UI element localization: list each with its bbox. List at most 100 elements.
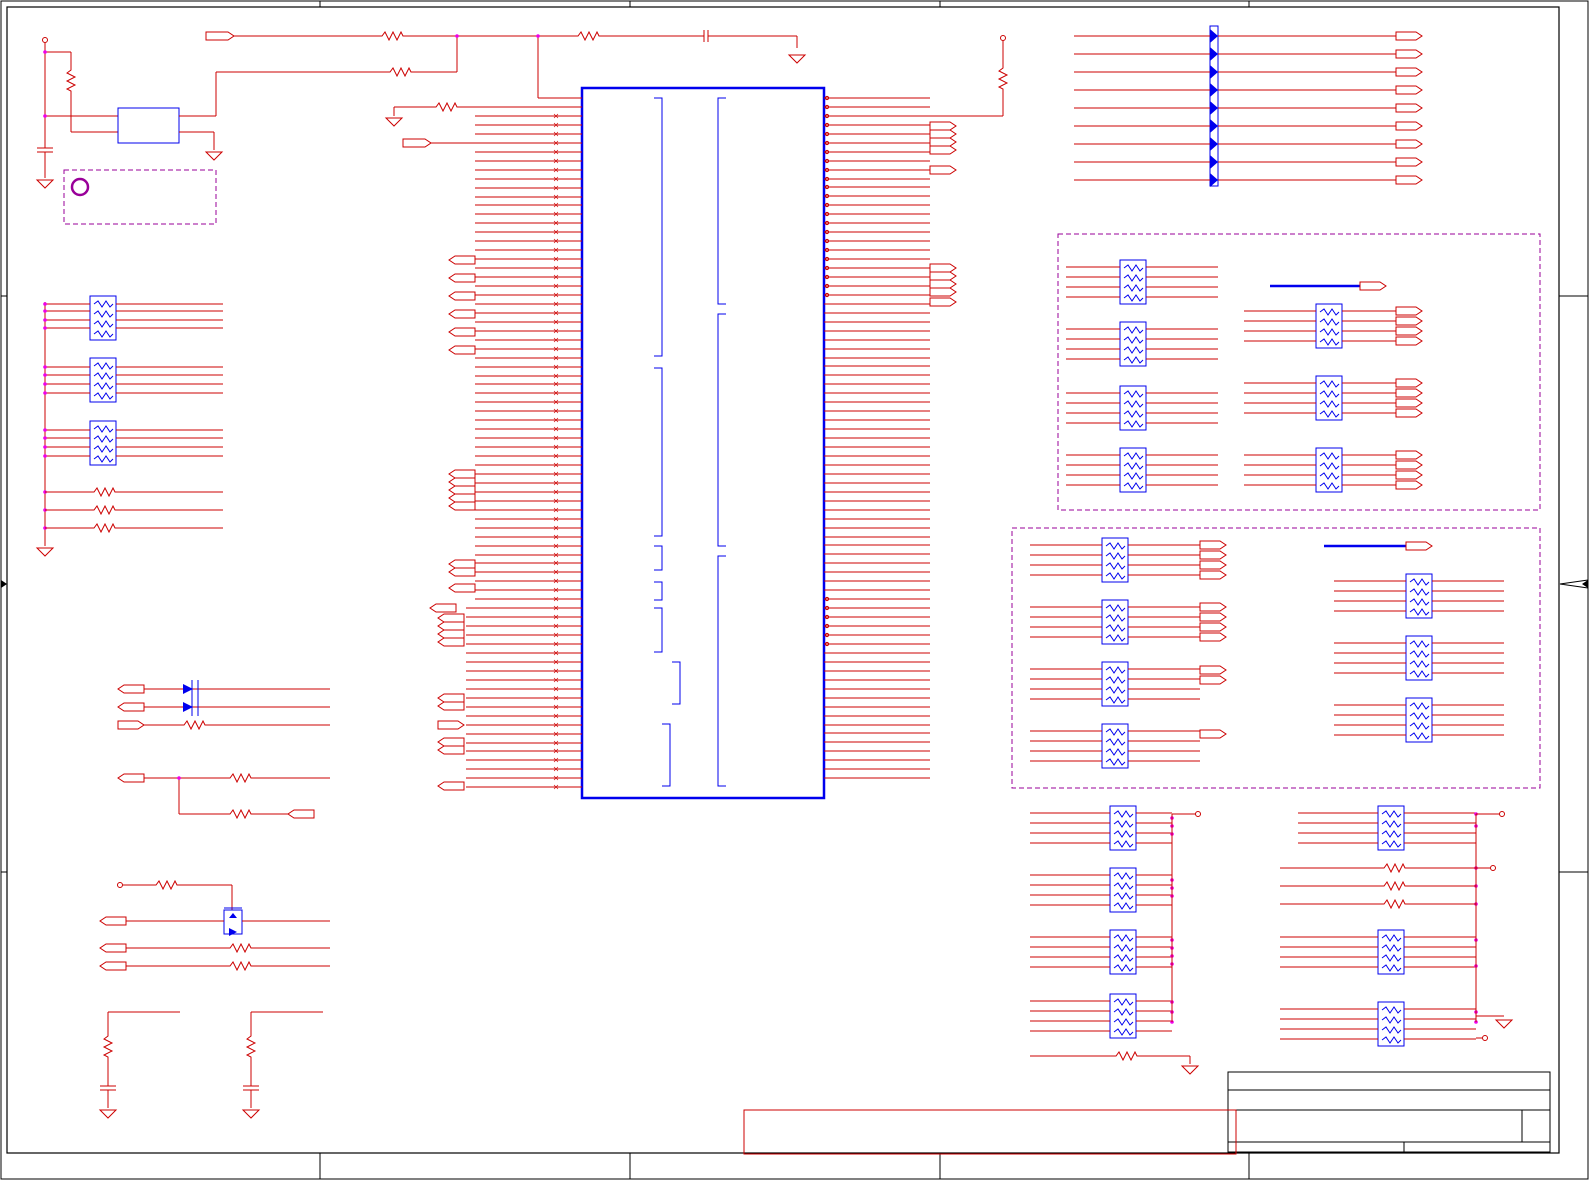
dashed-group-right-top [1057,233,1541,511]
off-page-connector [448,469,476,479]
off-page-connector [1395,378,1423,388]
off-page-connector [448,485,476,495]
resistor-network [1101,723,1129,769]
off-page-connector [1395,31,1423,41]
off-page-connector [448,309,476,319]
off-page-connector [437,781,465,791]
off-page-connector [437,629,465,639]
off-page-connector [437,613,465,623]
resistor-network [1109,929,1137,975]
off-page-connector [929,287,957,297]
off-page-connector [1199,632,1227,642]
off-page-connector [448,493,476,503]
resistor-network [1377,805,1405,851]
mounting-hole-icon [70,177,90,197]
esd-diode-icon [183,680,199,716]
resistor-network [1405,573,1433,619]
resistor-network [1315,375,1343,421]
off-page-connector [1395,306,1423,316]
left-pull-resistors [35,295,223,557]
resistor-network [1377,1001,1405,1047]
off-page-connector [1395,470,1423,480]
off-page-connector [929,121,957,131]
resistor-network [1405,697,1433,743]
off-page-connector [437,693,465,703]
off-page-connector [1395,336,1423,346]
resistor-network [1119,321,1147,367]
resistor-network [1109,993,1137,1039]
off-page-connector [929,145,957,155]
right-resistor-packs [1030,259,1504,1047]
dashed-group-right-middle [1011,527,1541,789]
off-page-connector [437,621,465,631]
resistor-network [1109,805,1137,851]
off-page-connector [1199,570,1227,580]
off-page-connector [1395,326,1423,336]
off-page-connector [448,327,476,337]
off-page-connector [1395,121,1423,131]
resistor-network [1109,867,1137,913]
off-page-connector [448,345,476,355]
off-page-connector [448,501,476,511]
off-page-connector [929,165,957,175]
schematic-sheet [0,0,1589,1180]
resistor-network [1101,599,1129,645]
off-page-connector [1395,175,1423,185]
resistor-network [1315,303,1343,349]
off-page-connector [448,255,476,265]
off-page-connector [448,567,476,577]
resistor-network [1315,447,1343,493]
oscillator-section [35,29,807,225]
off-page-connector [929,129,957,139]
off-page-connector [448,477,476,487]
off-page-connector [1199,729,1227,739]
resistor-network [1101,661,1129,707]
off-page-connector [1395,316,1423,326]
resistor-network [1119,259,1147,305]
off-page-connector [1199,622,1227,632]
off-page-connector [1199,602,1227,612]
crystal-oscillator [117,107,180,144]
ic-left-ports [429,255,476,791]
bottom-right-terminations [1030,811,1514,1075]
notes-box [743,1109,1237,1155]
ic-internal-brackets [654,97,726,787]
ic-left-pins [466,113,582,790]
resistor-network [1377,929,1405,975]
off-page-connector [437,637,465,647]
off-page-connector [929,271,957,281]
off-page-connector [929,279,957,289]
off-page-connector [437,701,465,711]
off-page-connector [437,720,465,730]
off-page-connector [1395,49,1423,59]
resistor-network [1405,635,1433,681]
off-page-connector [1395,388,1423,398]
off-page-connector [1395,450,1423,460]
off-page-connector [1395,103,1423,113]
off-page-connector [1199,612,1227,622]
off-page-connector [929,137,957,147]
off-page-connector [929,297,957,307]
resistor-network [1101,537,1129,583]
off-page-connector [1199,560,1227,570]
ic-right-pins [824,95,930,779]
off-page-connector [1395,67,1423,77]
off-page-connector [437,745,465,755]
off-page-connector [1199,675,1227,685]
off-page-connector [448,583,476,593]
off-page-connector [437,737,465,747]
resistor-network [1119,447,1147,493]
off-page-connector [448,273,476,283]
off-page-connector [929,263,957,273]
ic-right-ports [929,121,957,307]
left-protection-section [98,680,330,1119]
off-page-connector [1395,139,1423,149]
off-page-connector [1395,408,1423,418]
off-page-connector [1199,665,1227,675]
main-ic [580,86,826,800]
transistor-icon [223,907,243,936]
off-page-connector [1395,85,1423,95]
resistor-network [1119,385,1147,431]
off-page-connector [1395,398,1423,408]
off-page-connector [1395,480,1423,490]
